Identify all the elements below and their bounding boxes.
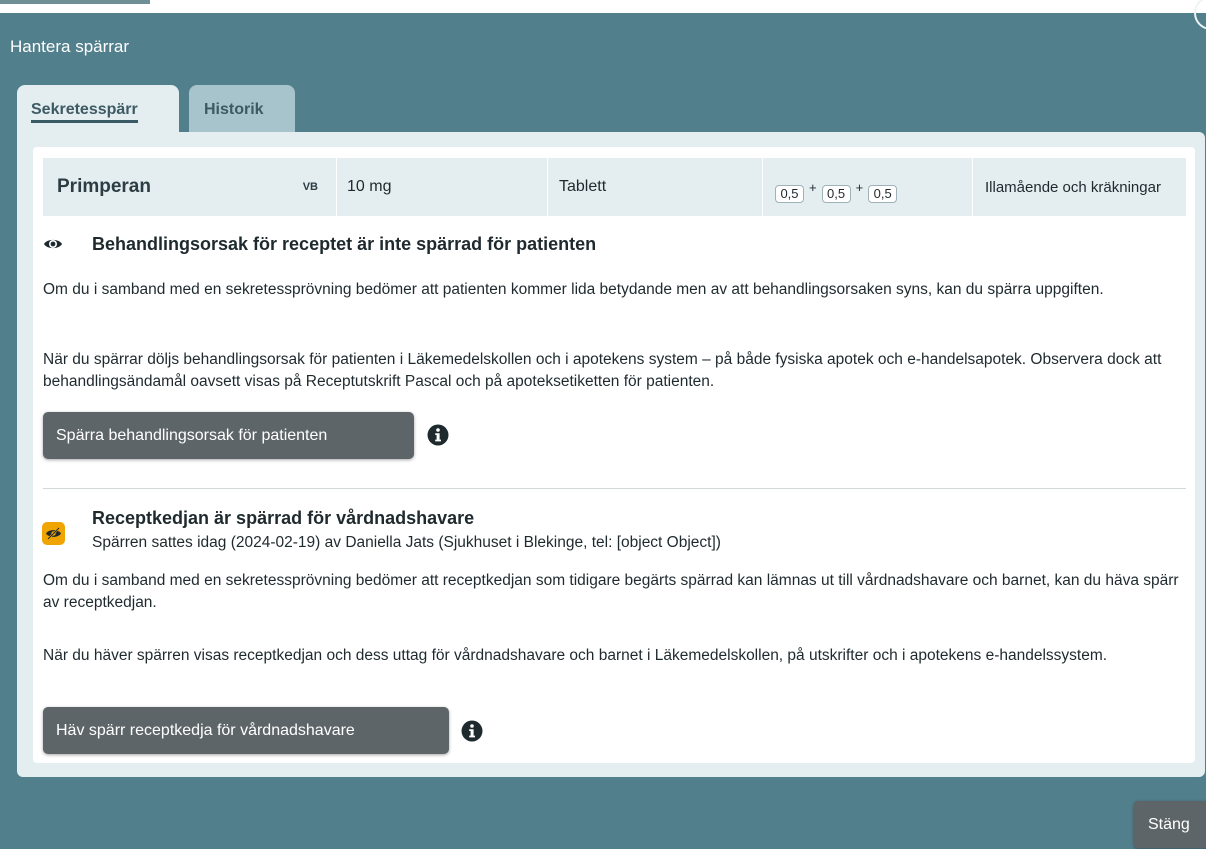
- drug-indication: Illamående och kräkningar: [972, 158, 1186, 216]
- section-divider: [43, 488, 1186, 489]
- top-strip: [0, 0, 1206, 13]
- prescription-chain-paragraph-2: När du häver spärren visas receptkedjan …: [43, 647, 1108, 664]
- prescription-chain-paragraph-1: Om du i samband med en sekretessprövning…: [43, 572, 1179, 611]
- block-treatment-reason-button[interactable]: Spärra behandlingsorsak för patienten: [43, 412, 414, 459]
- close-dialog-circle-icon[interactable]: [1194, 0, 1206, 30]
- tab-historik[interactable]: Historik: [189, 85, 295, 132]
- tab-label: Historik: [204, 101, 264, 118]
- drug-name-cell: Primperan VB: [43, 158, 336, 216]
- drug-badge: VB: [302, 181, 318, 193]
- cropped-header-fragment: [0, 0, 150, 4]
- treatment-reason-paragraph-2: När du spärrar döljs behandlingsorsak fö…: [43, 351, 1162, 390]
- drug-row: Primperan VB 10 mg Tablett 0,5 + 0,5 + 0…: [43, 158, 1186, 216]
- dose-morning: 0,5: [775, 185, 804, 203]
- tab-label: Sekretesspärr: [31, 101, 138, 123]
- dosage-cell: 0,5 + 0,5 + 0,5: [762, 158, 972, 216]
- treatment-reason-paragraph-1: Om du i samband med en sekretessprövning…: [43, 281, 1104, 298]
- dialog-title: Hantera spärrar: [10, 37, 130, 56]
- eye-slash-icon: [42, 522, 65, 545]
- info-icon[interactable]: [461, 720, 483, 742]
- dose-plus: +: [809, 179, 817, 195]
- lift-prescription-chain-block-button[interactable]: Häv spärr receptkedja för vårdnadshavare: [43, 707, 449, 754]
- prescription-chain-heading: Receptkedjan är spärrad för vårdnadshava…: [92, 508, 475, 528]
- drug-name: Primperan: [57, 176, 151, 197]
- dose-midday: 0,5: [821, 185, 851, 203]
- treatment-reason-heading: Behandlingsorsak för receptet är inte sp…: [92, 234, 597, 254]
- info-icon[interactable]: [427, 424, 449, 446]
- dose-evening: 0,5: [868, 185, 898, 203]
- drug-form: Tablett: [547, 158, 762, 216]
- drug-strength: 10 mg: [336, 158, 547, 216]
- eye-icon: [44, 239, 62, 249]
- tab-sekretesssparr[interactable]: Sekretesspärr: [17, 85, 179, 132]
- block-details: Spärren sattes idag (2024-02-19) av Dani…: [92, 534, 721, 551]
- close-button[interactable]: Stäng: [1134, 801, 1206, 848]
- dose-plus: +: [855, 179, 864, 195]
